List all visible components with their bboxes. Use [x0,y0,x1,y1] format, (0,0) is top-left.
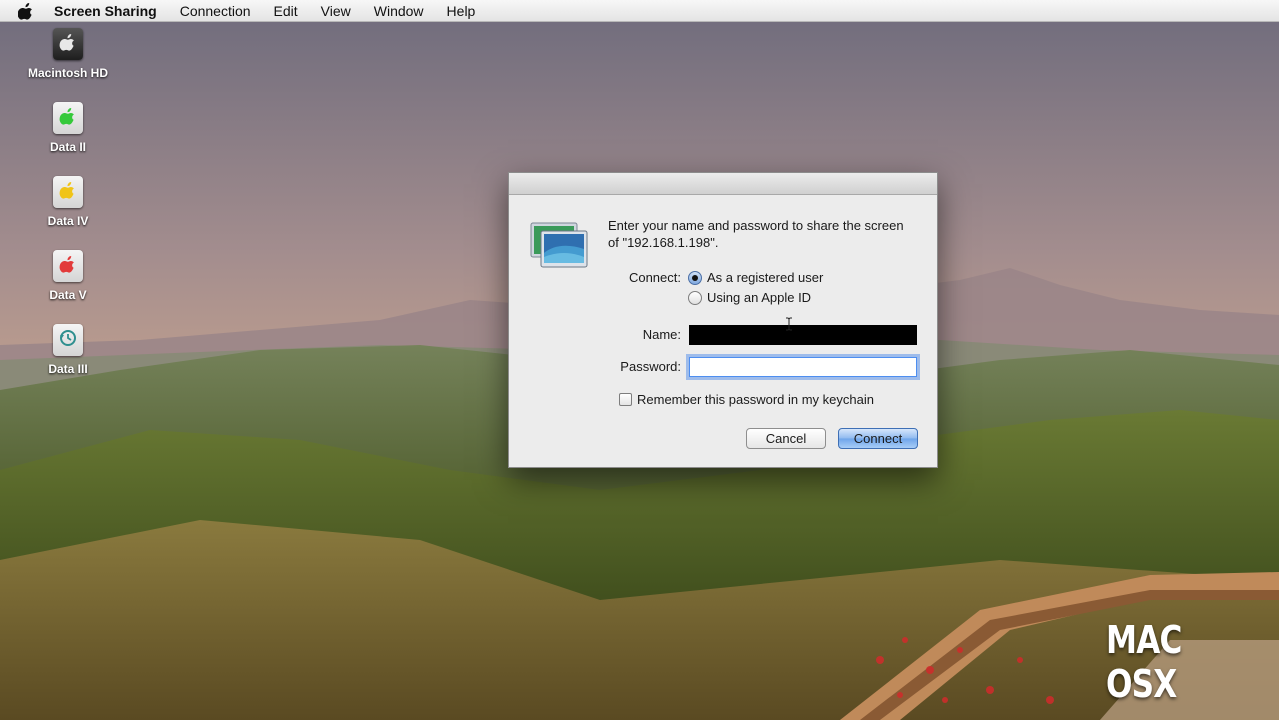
radio-label: As a registered user [707,270,824,285]
mac-osx-watermark: MAC OSX [1106,618,1182,706]
text-cursor-icon [786,317,792,331]
menu-edit[interactable]: Edit [274,3,298,19]
screen-sharing-login-dialog: Enter your name and password to share th… [508,172,938,468]
drive-apple-yellow-icon [53,176,83,208]
dialog-titlebar[interactable] [509,173,937,195]
connect-button[interactable]: Connect [838,428,918,449]
drive-apple-green-icon [53,102,83,134]
checkbox-box[interactable] [619,393,632,406]
desktop-icon-data-iv[interactable]: Data IV [13,176,123,228]
radio-button[interactable] [688,290,702,305]
menu-bar: Screen Sharing Connection Edit View Wind… [0,0,1279,22]
radio-registered-user[interactable]: As a registered user [688,270,823,285]
menu-view[interactable]: View [321,3,351,19]
desktop-icon-label: Data II [49,140,86,154]
apple-menu-icon[interactable] [18,2,34,20]
desktop-icon-label: Data IV [47,214,89,228]
desktop-icon-macintosh-hd[interactable]: Macintosh HD [13,28,123,80]
menu-window[interactable]: Window [374,3,424,19]
menu-connection[interactable]: Connection [180,3,251,19]
remember-password-checkbox[interactable]: Remember this password in my keychain [619,392,874,407]
menu-app-name[interactable]: Screen Sharing [54,3,157,19]
name-field[interactable] [689,325,917,345]
desktop-icon-label: Macintosh HD [27,66,108,80]
radio-button-selected[interactable] [688,270,702,285]
desktop-icon-data-v[interactable]: Data V [13,250,123,302]
radio-apple-id[interactable]: Using an Apple ID [688,290,811,305]
radio-label: Using an Apple ID [707,290,812,305]
cancel-button[interactable]: Cancel [746,428,826,449]
desktop-icon-label: Data III [48,362,88,376]
desktop-icon-data-ii[interactable]: Data II [13,102,123,154]
desktop-icon-label: Data V [49,288,87,302]
password-field[interactable] [689,357,917,377]
time-machine-drive-icon [53,324,83,356]
name-label: Name: [642,327,681,342]
hard-drive-icon [53,28,83,60]
checkbox-label: Remember this password in my keychain [637,392,874,407]
menu-help[interactable]: Help [447,3,476,19]
dialog-prompt-text: Enter your name and password to share th… [608,218,904,250]
drive-apple-red-icon [53,250,83,282]
screen-sharing-app-icon [530,222,588,268]
password-label: Password: [620,359,681,374]
connect-label: Connect: [628,270,681,285]
desktop-icon-data-iii[interactable]: Data III [13,324,123,376]
